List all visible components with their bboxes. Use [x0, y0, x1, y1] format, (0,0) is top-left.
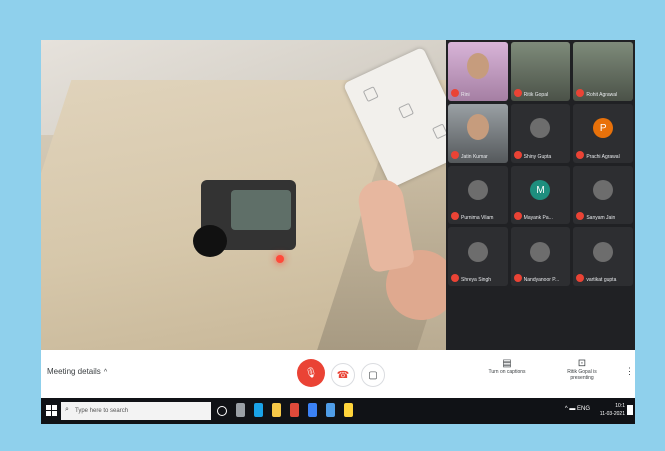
- participant-tile[interactable]: Rini: [448, 42, 508, 101]
- participant-avatar: [530, 118, 551, 139]
- file-explorer-icon[interactable]: [272, 403, 281, 417]
- mic-muted-icon: [451, 274, 459, 283]
- windows-start-icon[interactable]: [46, 405, 57, 416]
- meet-window: Rini Ritik Gopal Rohit Agrawal Jatin Kumar S…: [41, 40, 635, 424]
- clock-time: 10:1: [615, 403, 625, 409]
- cortana-icon[interactable]: [217, 406, 227, 416]
- participant-name: Nandyanoor P...: [523, 277, 560, 284]
- camera-icon: ▢: [368, 369, 378, 381]
- participant-name: Rini: [461, 91, 470, 98]
- participant-name: Mayank Pa...: [523, 215, 553, 222]
- mic-muted-icon: [513, 274, 522, 283]
- mic-off-icon: 🎙: [304, 367, 318, 379]
- store-icon[interactable]: [308, 403, 317, 417]
- mic-muted-icon: [576, 212, 585, 221]
- control-bar: Meeting details ^ 🎙 ☎ ▢ ▤ Turn on caption…: [41, 350, 635, 398]
- participant-avatar: [593, 180, 614, 201]
- participant-tile[interactable]: P Prachi Agrawal: [573, 103, 633, 163]
- participant-tile[interactable]: Purnima Vilam: [448, 165, 508, 225]
- participant-name: Ritik Gopal: [523, 91, 549, 98]
- participant-tile[interactable]: Sanyam Jain: [573, 165, 633, 225]
- mic-button[interactable]: 🎙: [297, 359, 325, 387]
- participant-avatar: [467, 242, 488, 263]
- mic-muted-icon: [576, 150, 585, 159]
- more-options-icon[interactable]: ⋮: [625, 366, 634, 377]
- participant-tile: [448, 289, 508, 348]
- task-view-icon[interactable]: [236, 403, 245, 417]
- phone-hangup-icon: ☎: [336, 369, 350, 381]
- edge-icon[interactable]: [254, 403, 263, 417]
- mic-muted-icon: [451, 212, 459, 221]
- participant-name: Jatin Kumar: [461, 153, 488, 160]
- captions-label: Turn on captions: [488, 369, 526, 375]
- participant-name: Purnima Vilam: [461, 215, 494, 222]
- taskbar-apps: [217, 403, 353, 417]
- chrome-icon[interactable]: [290, 403, 299, 417]
- participant-video: [466, 52, 489, 79]
- clock-date: 11-03-2021: [599, 411, 625, 417]
- participant-tile[interactable]: Jatin Kumar: [448, 103, 508, 163]
- participant-tile[interactable]: Rohit Agrawal: [573, 42, 633, 101]
- taskbar-search[interactable]: ⌕ Type here to search: [61, 402, 211, 420]
- meeting-details-button[interactable]: Meeting details ^: [47, 367, 107, 376]
- mic-muted-icon: [513, 88, 522, 97]
- mic-muted-icon: [451, 150, 459, 159]
- participant-tile[interactable]: Ritik Gopal: [510, 42, 571, 101]
- search-icon: ⌕: [65, 406, 69, 413]
- participant-name: Shiny Gupta: [523, 153, 552, 160]
- chevron-up-icon: ^: [103, 369, 108, 376]
- meeting-details-label: Meeting details: [47, 367, 101, 376]
- search-placeholder: Type here to search: [75, 408, 129, 414]
- leave-call-button[interactable]: ☎: [331, 363, 355, 387]
- participant-tile[interactable]: Nandyanoor P...: [510, 227, 571, 287]
- participant-avatar: M: [530, 180, 551, 201]
- participant-avatar: [593, 242, 614, 263]
- mic-muted-icon: [576, 274, 585, 283]
- present-icon: ⊡: [577, 358, 587, 369]
- participant-name: Rohit Agrawal: [586, 91, 618, 98]
- participant-avatar: [467, 180, 488, 201]
- participant-name: Shreya Singh: [461, 277, 492, 284]
- camera-button[interactable]: ▢: [361, 363, 385, 387]
- participant-name: Prachi Agrawal: [586, 153, 620, 160]
- participant-tile[interactable]: M Mayank Pa...: [510, 165, 571, 225]
- photos-icon[interactable]: [326, 403, 335, 417]
- participant-video: [466, 114, 489, 141]
- clock[interactable]: 10:1 11-03-2021: [600, 402, 625, 418]
- participant-name: Sanyam Jain: [586, 215, 616, 222]
- presenting-button[interactable]: ⊡ Ritik Gopal is presenting: [556, 358, 608, 381]
- windows-taskbar: ⌕ Type here to search ^ ▬ ENG 10:1 11-03…: [41, 398, 635, 424]
- notification-icon[interactable]: [627, 405, 633, 415]
- participant-avatar: [530, 242, 551, 263]
- participants-grid: Rini Ritik Gopal Rohit Agrawal Jatin Kumar S…: [446, 40, 635, 350]
- participant-tile: [573, 289, 633, 348]
- participant-tile[interactable]: vartikat gupta: [573, 227, 633, 287]
- presenter-video: [41, 40, 446, 350]
- captions-button[interactable]: ▤ Turn on captions: [481, 358, 533, 375]
- mic-muted-icon: [576, 88, 585, 97]
- participant-avatar: P: [593, 118, 614, 139]
- participant-name: vartikat gupta: [586, 277, 617, 284]
- app-icon[interactable]: [344, 403, 353, 417]
- presenting-label: Ritik Gopal is presenting: [567, 369, 597, 381]
- captions-icon: ▤: [502, 358, 512, 369]
- mic-muted-icon: [513, 212, 522, 221]
- participant-tile: [510, 289, 571, 348]
- participant-tile[interactable]: Shreya Singh: [448, 227, 508, 287]
- participant-tile[interactable]: Shiny Gupta: [510, 103, 571, 163]
- mic-muted-icon: [513, 150, 522, 159]
- robot-kit: [191, 170, 311, 270]
- system-tray-icons[interactable]: ^ ▬ ENG: [565, 406, 590, 412]
- mic-muted-icon: [451, 88, 459, 97]
